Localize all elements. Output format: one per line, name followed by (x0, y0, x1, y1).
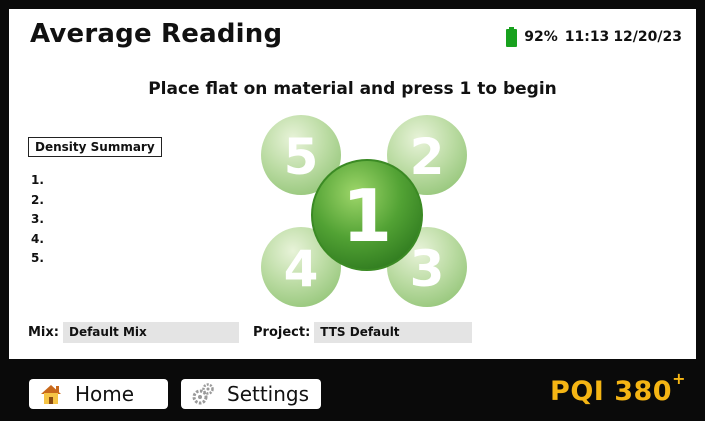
page-title: Average Reading (30, 19, 283, 49)
instruction-text: Place flat on material and press 1 to be… (148, 79, 557, 99)
position-diagram: 5 2 4 3 1 (261, 115, 467, 307)
summary-item-1: 1. (31, 173, 44, 187)
mix-value[interactable]: Default Mix (62, 322, 239, 343)
status-bar: 92% 11:13 12/20/23 (506, 27, 682, 47)
battery-icon (506, 27, 518, 47)
svg-text:1: 1 (342, 174, 392, 258)
density-summary-list: 1. 2. 3. 4. 5. (31, 171, 44, 269)
project-label: Project: (253, 325, 311, 340)
mix-field: Mix: Default Mix (28, 322, 239, 343)
home-icon (39, 383, 63, 405)
position-1-button[interactable]: 1 (311, 159, 423, 271)
summary-item-5: 5. (31, 251, 44, 265)
battery-level: 92% (524, 29, 558, 45)
bottom-nav-bar: Home Settings PQI 380+ (9, 359, 696, 421)
project-value[interactable]: TTS Default (314, 322, 473, 343)
clock-date: 12/20/23 (613, 29, 682, 45)
clock-time: 11:13 (564, 29, 610, 45)
density-summary-title: Density Summary (28, 137, 162, 157)
brand-superscript: + (672, 369, 686, 388)
gears-icon (191, 383, 215, 405)
settings-button[interactable]: Settings (181, 379, 321, 409)
summary-item-4: 4. (31, 231, 44, 246)
svg-text:4: 4 (284, 240, 319, 298)
home-button[interactable]: Home (29, 379, 168, 409)
summary-item-2: 2. (31, 192, 44, 207)
brand-name: PQI 380 (550, 376, 673, 407)
home-label: Home (75, 382, 135, 406)
brand-logo: PQI 380+ (550, 369, 686, 407)
svg-text:2: 2 (410, 128, 445, 186)
summary-item-3: 3. (31, 212, 44, 226)
reading-positions: 5 2 4 3 1 (256, 112, 469, 309)
settings-label: Settings (227, 382, 310, 406)
device-screen: Average Reading 92% 11:13 12/20/23 Place… (9, 9, 696, 359)
mix-label: Mix: (28, 325, 59, 340)
svg-text:3: 3 (410, 240, 445, 298)
svg-text:5: 5 (284, 128, 319, 186)
project-field: Project: TTS Default (253, 322, 473, 343)
